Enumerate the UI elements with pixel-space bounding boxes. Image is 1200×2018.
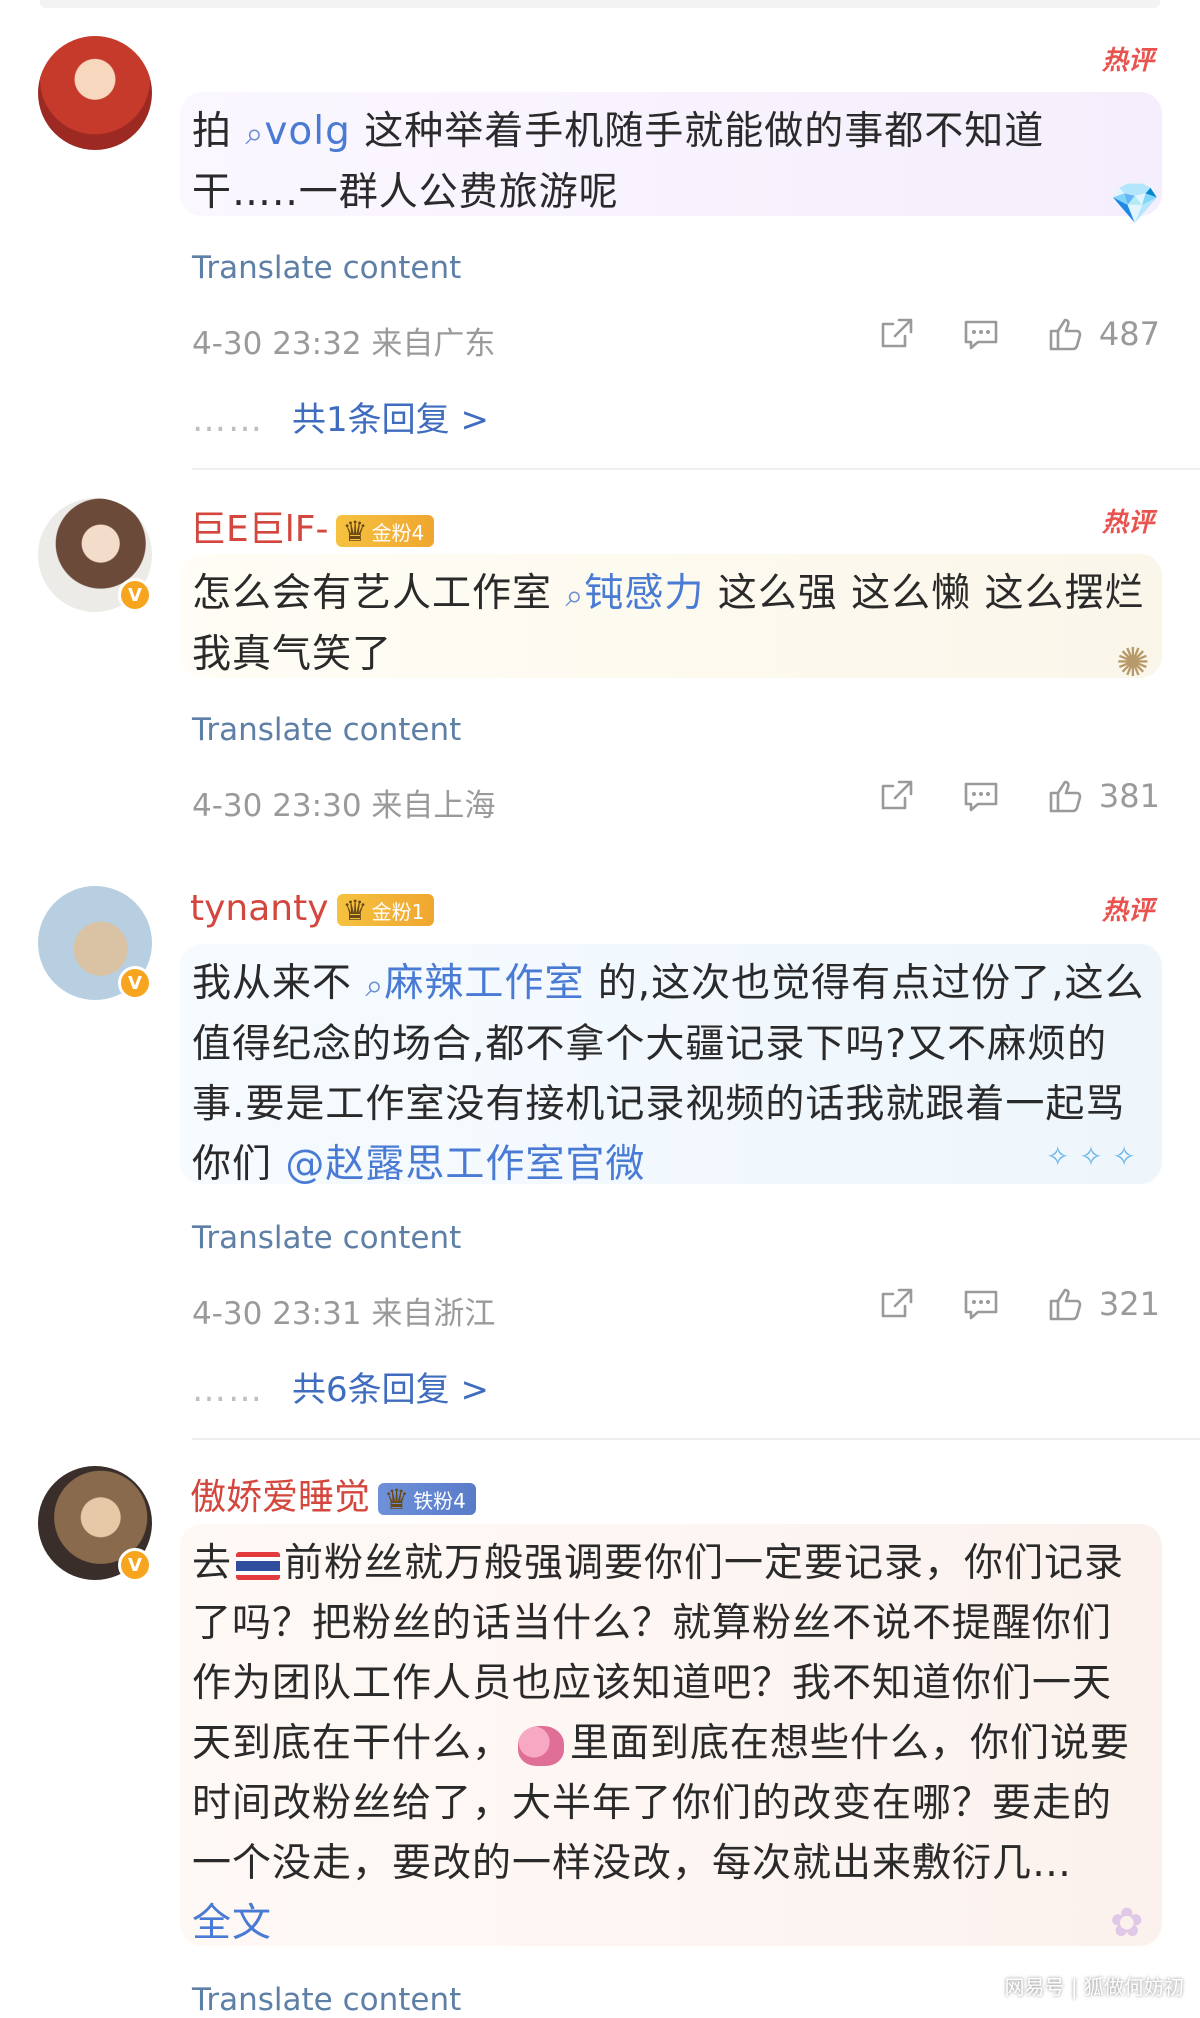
comment-actions: 321 — [833, 1284, 1160, 1324]
divider — [192, 1438, 1200, 1440]
comment-actions: 487 — [833, 314, 1160, 354]
like-icon — [1049, 318, 1082, 351]
divider — [192, 468, 1200, 470]
comment-text: 拍 ⌕volg 这种举着手机随手就能做的事都不知道干…..一群人公费旅游呢 — [180, 92, 1162, 216]
comment-icon[interactable] — [961, 314, 1001, 354]
comment-text: 怎么会有艺人工作室 ⌕钝感力 这么强 这么懒 这么摆烂 我真气笑了 — [180, 554, 1162, 678]
username[interactable]: tynanty ♛ 金粉1 — [190, 888, 435, 929]
verified-badge-icon: V — [118, 578, 152, 612]
translate-link[interactable]: Translate content — [192, 250, 461, 286]
compass-decoration-icon: ✺ — [1116, 640, 1150, 686]
istj-decoration-icon: ✧ ✧ ✧ — [1046, 1140, 1136, 1173]
username[interactable]: 傲娇爱睡觉 ♛ 铁粉4 — [190, 1468, 476, 1520]
verified-badge-icon: V — [118, 966, 152, 1000]
hot-comment-badge: 热评 — [1101, 46, 1154, 76]
search-link[interactable]: ⌕volg — [245, 109, 350, 154]
share-icon[interactable] — [877, 314, 917, 354]
like-button[interactable]: 321 — [1045, 1284, 1160, 1324]
username[interactable]: 巨E巨lF- ♛ 金粉4 — [190, 500, 435, 552]
comment-icon[interactable] — [961, 1284, 1001, 1324]
crown-icon: ♛ — [342, 893, 368, 927]
crown-icon: ♛ — [384, 1482, 410, 1516]
fan-badge: ♛ 金粉1 — [336, 893, 435, 927]
view-replies-link[interactable]: …… 共6条回复 > — [192, 1362, 489, 1411]
brain-icon — [518, 1725, 565, 1766]
translate-link[interactable]: Translate content — [192, 1982, 461, 2018]
like-icon — [1049, 780, 1082, 813]
hot-comment-badge: 热评 — [1101, 896, 1154, 926]
search-icon: ⌕ — [365, 966, 385, 1004]
translate-link[interactable]: Translate content — [192, 712, 461, 748]
mention-link[interactable]: @赵露思工作室官微 — [285, 1142, 645, 1187]
like-button[interactable]: 487 — [1045, 314, 1160, 354]
view-replies-link[interactable]: …… 共1条回复 > — [192, 392, 489, 441]
search-link[interactable]: ⌕麻辣工作室 — [365, 961, 584, 1006]
top-divider — [40, 0, 1160, 8]
search-link[interactable]: ⌕钝感力 — [565, 571, 704, 616]
translate-link[interactable]: Translate content — [192, 1220, 461, 1256]
fan-badge: ♛ 铁粉4 — [378, 1482, 476, 1516]
comment-actions: 381 — [833, 776, 1160, 816]
share-icon[interactable] — [877, 776, 917, 816]
search-icon: ⌕ — [245, 114, 265, 152]
share-icon[interactable] — [877, 1284, 917, 1324]
comment-meta: 4-30 23:31 来自浙江 — [192, 1296, 496, 1332]
search-icon: ⌕ — [565, 576, 585, 614]
avatar[interactable] — [38, 36, 152, 150]
crown-icon: ♛ — [342, 514, 368, 548]
fan-badge: ♛ 金粉4 — [336, 514, 435, 548]
verified-badge-icon: V — [118, 1548, 152, 1582]
hot-comment-badge: 热评 — [1101, 508, 1154, 538]
comment-text: 我从来不 ⌕麻辣工作室 的,这次也觉得有点过份了,这么值得纪念的场合,都不拿个大… — [180, 944, 1162, 1187]
full-text-link[interactable]: 全文 — [192, 1901, 272, 1946]
like-icon — [1049, 1288, 1082, 1321]
comment-text: 去前粉丝就万般强调要你们一定要记录，你们记录了吗？把粉丝的话当什么？就算粉丝不说… — [180, 1524, 1162, 1946]
like-button[interactable]: 381 — [1045, 776, 1160, 816]
diamond-decoration-icon: 💎 — [1110, 181, 1160, 227]
bunny-decoration-icon: ✿ — [1110, 1900, 1144, 1946]
comment-meta: 4-30 23:30 来自上海 — [192, 788, 496, 824]
comment-meta: 4-30 23:32 来自广东 — [192, 326, 496, 362]
flag-thailand-icon — [236, 1551, 281, 1580]
comment-icon[interactable] — [961, 776, 1001, 816]
watermark: 网易号 | 狐做何妨初 — [1004, 1975, 1184, 1999]
